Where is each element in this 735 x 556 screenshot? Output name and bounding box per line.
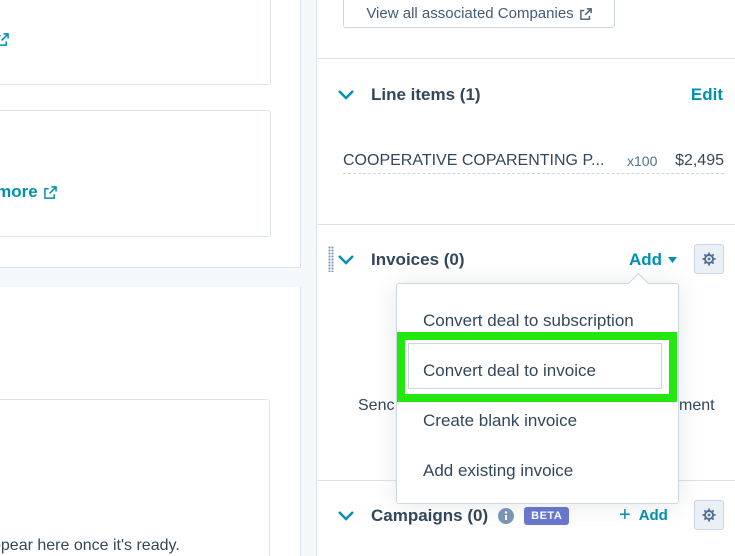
line-item-quantity: x100 — [627, 152, 658, 169]
external-link-icon — [579, 7, 592, 20]
section-divider — [317, 224, 735, 225]
add-campaign-button[interactable]: + Add — [619, 505, 668, 525]
menu-item-convert-to-invoice[interactable]: Convert deal to invoice — [423, 361, 596, 381]
invoices-header[interactable]: Invoices (0) — [337, 250, 465, 270]
left-card: n more — [0, 110, 271, 237]
main-content: e n more ppear here once it's ready. — [0, 0, 316, 556]
add-invoice-dropdown[interactable]: Add — [629, 250, 678, 270]
menu-item-create-blank-invoice[interactable]: Create blank invoice — [423, 411, 577, 431]
edit-line-items-link[interactable]: Edit — [691, 85, 723, 105]
drag-handle-icon[interactable] — [328, 246, 334, 272]
campaigns-settings-button[interactable] — [694, 500, 724, 530]
line-item-name: COOPERATIVE COPARENTING P... — [343, 151, 605, 169]
record-page: e n more ppear here once it's ready. — [0, 0, 735, 556]
view-all-companies-button[interactable]: View all associated Companies — [343, 0, 615, 28]
add-invoice-menu: Convert deal to subscription Convert dea… — [396, 283, 679, 504]
left-panel-top: e n more — [0, 0, 301, 268]
invoices-title: Invoices (0) — [371, 250, 465, 269]
external-link-icon — [0, 32, 10, 46]
caret-down-icon — [668, 257, 678, 263]
add-campaign-label: Add — [638, 506, 668, 524]
info-icon[interactable] — [498, 508, 515, 524]
invoices-empty-text-end: ment — [679, 397, 715, 414]
left-panel-bottom — [0, 287, 301, 556]
learn-more-label: n more — [0, 182, 38, 201]
line-items-title: Line items (1) — [371, 85, 481, 104]
chevron-down-icon — [337, 254, 355, 266]
learn-more-link[interactable]: n more — [0, 182, 57, 202]
campaigns-header[interactable]: Campaigns (0) BETA — [337, 506, 570, 526]
invoices-settings-button[interactable] — [694, 244, 724, 274]
section-divider — [317, 58, 735, 59]
line-item-row[interactable]: COOPERATIVE COPARENTING P... x100 $2,495 — [343, 148, 724, 174]
status-message: ppear here once it's ready. — [0, 537, 180, 554]
chevron-down-icon — [337, 510, 355, 522]
menu-item-add-existing-invoice[interactable]: Add existing invoice — [423, 461, 573, 481]
gear-icon — [702, 252, 716, 266]
line-items-header[interactable]: Line items (1) — [337, 85, 481, 105]
gear-icon — [702, 508, 716, 522]
campaigns-title: Campaigns (0) — [371, 506, 489, 525]
card-link[interactable]: e — [0, 29, 10, 49]
menu-item-convert-to-subscription[interactable]: Convert deal to subscription — [423, 311, 634, 331]
external-link-icon — [43, 185, 57, 199]
line-item-price: $2,495 — [675, 151, 724, 169]
plus-icon: + — [619, 504, 631, 526]
chevron-down-icon — [337, 89, 355, 101]
view-all-companies-label: View all associated Companies — [366, 5, 574, 22]
invoices-empty-text-start: Senc — [358, 397, 395, 414]
add-invoice-label: Add — [629, 250, 663, 269]
left-card: e — [0, 0, 271, 85]
left-inner-card — [0, 399, 270, 556]
beta-badge: BETA — [524, 507, 570, 525]
